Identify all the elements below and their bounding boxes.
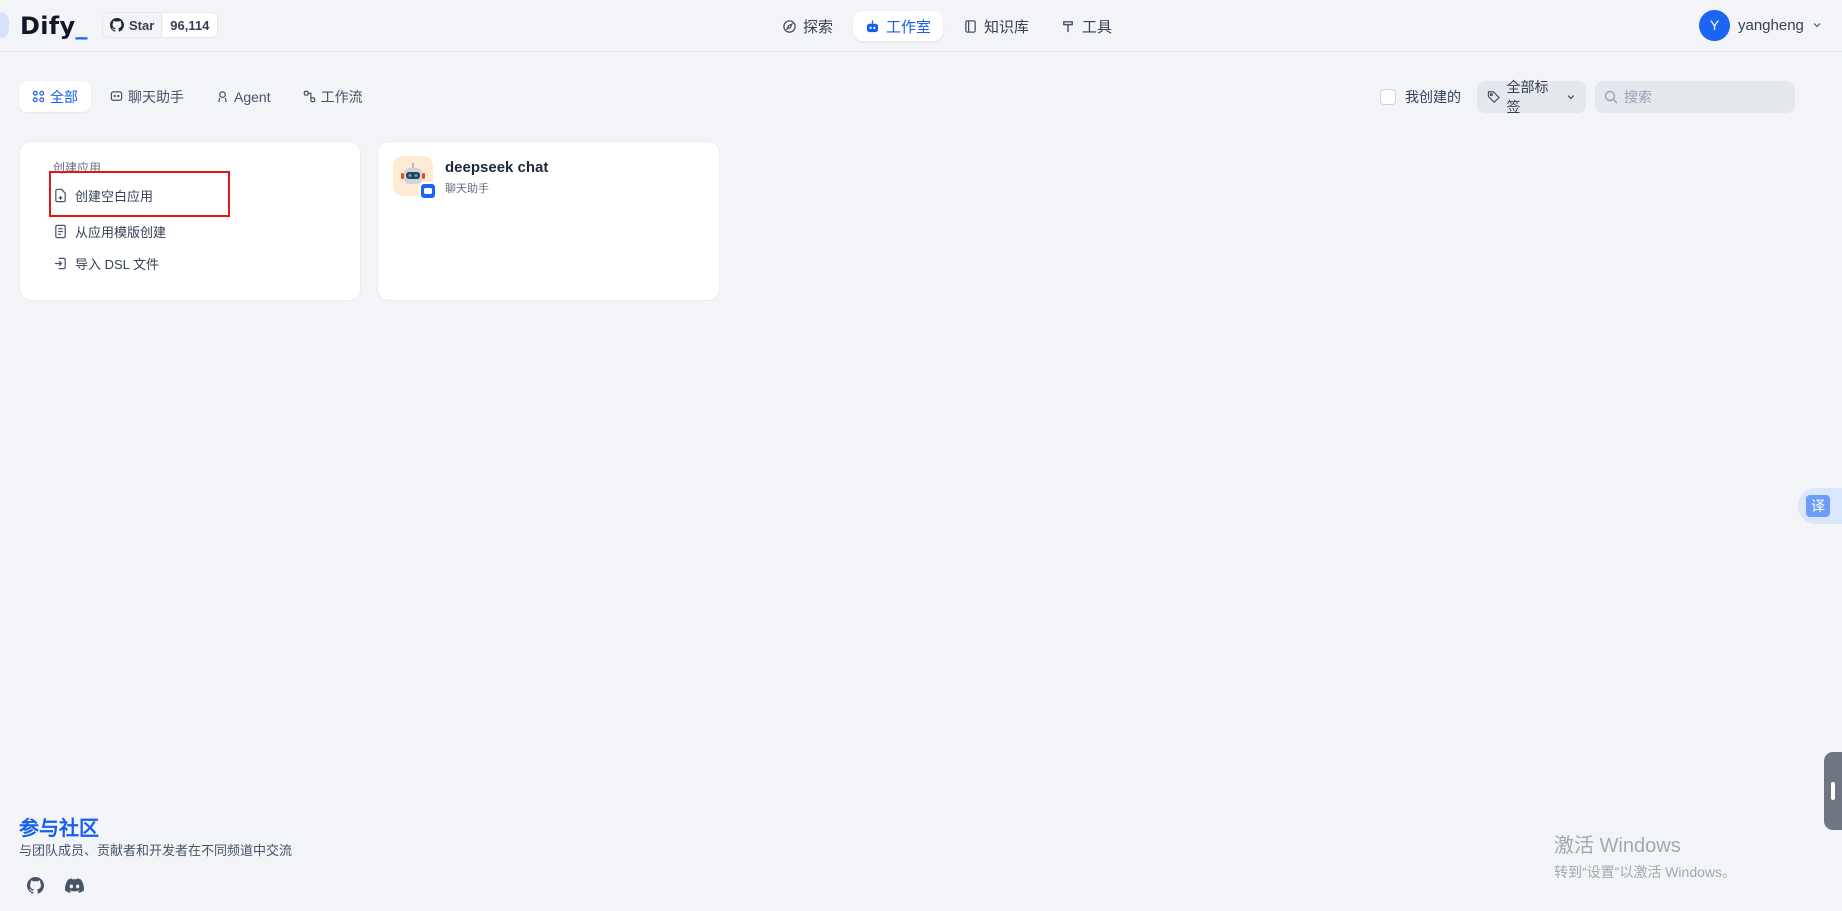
app-name: deepseek chat bbox=[445, 159, 549, 176]
app-type-tabs: 全部 聊天助手 Agent 工作流 bbox=[19, 81, 376, 112]
main-nav: 探索 工作室 知识库 工具 bbox=[770, 10, 1124, 42]
community-title: 参与社区 bbox=[19, 818, 99, 840]
github-star-button[interactable]: Star 96,114 bbox=[102, 12, 219, 38]
hammer-icon bbox=[1063, 20, 1073, 32]
created-by-me-filter[interactable]: 我创建的 bbox=[1380, 87, 1461, 107]
github-star-count: 96,114 bbox=[170, 17, 210, 33]
dify-logo[interactable]: Dify_ bbox=[20, 12, 88, 40]
grid-icon bbox=[32, 90, 45, 103]
logo-edge bbox=[0, 12, 9, 38]
create-app-card: 创建应用 创建空白应用 从应用模版创建 导入 DSL 文件 bbox=[19, 141, 361, 301]
search-input[interactable] bbox=[1624, 89, 1784, 105]
app-type: 聊天助手 bbox=[445, 183, 489, 195]
tab-all[interactable]: 全部 bbox=[19, 81, 91, 112]
github-icon bbox=[110, 18, 124, 32]
tab-workflow[interactable]: 工作流 bbox=[290, 81, 376, 112]
chevron-down-icon bbox=[1567, 95, 1575, 100]
tab-agent[interactable]: Agent bbox=[203, 81, 284, 112]
created-by-me-checkbox[interactable] bbox=[1380, 89, 1396, 105]
tag-icon bbox=[1487, 91, 1500, 104]
highlight-box bbox=[49, 171, 230, 217]
search-box[interactable] bbox=[1595, 81, 1795, 113]
discord-icon bbox=[64, 877, 84, 893]
translate-button[interactable]: 译 bbox=[1798, 488, 1842, 524]
create-from-template-button[interactable]: 从应用模版创建 bbox=[53, 222, 166, 241]
community-description: 与团队成员、贡献者和开发者在不同频道中交流 bbox=[19, 843, 293, 858]
nav-explore[interactable]: 探索 bbox=[770, 11, 845, 41]
search-icon bbox=[1604, 90, 1618, 104]
nav-tools[interactable]: 工具 bbox=[1049, 11, 1124, 41]
agent-icon bbox=[218, 91, 227, 103]
side-panel-handle[interactable] bbox=[1824, 752, 1842, 830]
import-dsl-button[interactable]: 导入 DSL 文件 bbox=[53, 254, 159, 273]
github-icon bbox=[26, 876, 44, 894]
github-link[interactable] bbox=[22, 872, 48, 898]
import-icon bbox=[54, 257, 66, 270]
nav-studio[interactable]: 工作室 bbox=[853, 11, 944, 41]
user-menu[interactable]: Y yangheng bbox=[1699, 9, 1822, 41]
chat-badge-icon bbox=[419, 182, 437, 200]
created-by-me-label: 我创建的 bbox=[1405, 89, 1461, 105]
chevron-down-icon bbox=[1813, 23, 1821, 28]
compass-icon bbox=[783, 19, 796, 33]
chat-icon bbox=[110, 91, 123, 101]
discord-link[interactable] bbox=[61, 872, 87, 898]
translate-icon: 译 bbox=[1806, 495, 1830, 517]
robot-icon bbox=[866, 19, 879, 32]
workflow-icon bbox=[303, 90, 315, 103]
tag-filter-label: 全部标签 bbox=[1506, 79, 1549, 115]
book-icon bbox=[965, 19, 976, 33]
github-star-label: Star bbox=[129, 17, 155, 33]
top-header: Dify_ Star 96,114 探索 工作室 知识库 工具 Y yanghe… bbox=[0, 0, 1842, 52]
nav-knowledge[interactable]: 知识库 bbox=[951, 11, 1041, 41]
avatar: Y bbox=[1699, 9, 1730, 41]
user-name: yangheng bbox=[1738, 16, 1804, 34]
template-icon bbox=[55, 224, 66, 239]
app-card[interactable]: deepseek chat 聊天助手 bbox=[377, 141, 720, 301]
tab-chat-assistant[interactable]: 聊天助手 bbox=[97, 81, 197, 112]
tag-filter-dropdown[interactable]: 全部标签 bbox=[1477, 79, 1586, 115]
windows-activation-watermark: 激活 Windows 转到“设置”以激活 Windows。 bbox=[1554, 835, 1737, 880]
